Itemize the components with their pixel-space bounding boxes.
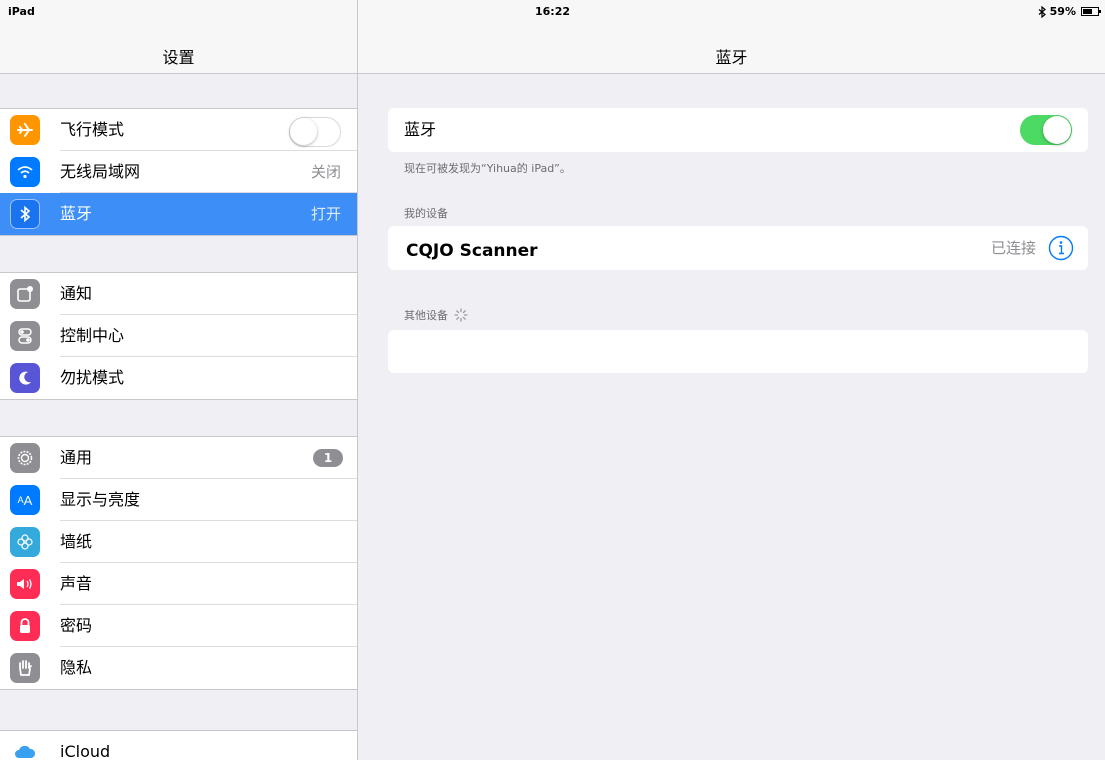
sidebar-item-general[interactable]: 通用 1 bbox=[0, 437, 357, 479]
my-devices-header: 我的设备 bbox=[404, 205, 448, 221]
bluetooth-toggle[interactable] bbox=[1020, 115, 1072, 145]
sidebar-item-notifications[interactable]: 通知 bbox=[0, 273, 357, 315]
gear-icon bbox=[10, 443, 40, 473]
sound-icon bbox=[10, 569, 40, 599]
display-brightness-icon: AA bbox=[10, 485, 40, 515]
airplane-mode-toggle[interactable] bbox=[289, 117, 341, 147]
sidebar-item-passcode[interactable]: 密码 bbox=[0, 605, 357, 647]
sidebar-item-label: 显示与亮度 bbox=[60, 479, 357, 521]
sidebar-item-airplane-mode[interactable]: 飞行模式 bbox=[0, 109, 357, 151]
sidebar-item-label: 密码 bbox=[60, 605, 357, 647]
wifi-icon bbox=[10, 157, 40, 187]
sidebar-item-label: 勿扰模式 bbox=[60, 368, 125, 387]
airplane-icon bbox=[10, 115, 40, 145]
settings-group-accounts: iCloud bbox=[0, 730, 357, 760]
battery-icon bbox=[1081, 7, 1101, 16]
bluetooth-status-value: 打开 bbox=[310, 205, 341, 223]
device-name: CQJO Scanner bbox=[406, 241, 538, 261]
sidebar-item-display-brightness[interactable]: AA 显示与亮度 bbox=[0, 479, 357, 521]
sidebar-item-label: 通知 bbox=[60, 273, 357, 315]
settings-group-general: 通用 1 AA 显示与亮度 墙纸 声音 密码 隐私 bbox=[0, 436, 357, 690]
control-center-icon bbox=[10, 321, 40, 351]
other-devices-header: 其他设备 bbox=[404, 307, 468, 323]
sidebar-item-sounds[interactable]: 声音 bbox=[0, 563, 357, 605]
spinner-icon bbox=[454, 308, 468, 322]
bluetooth-toggle-label: 蓝牙 bbox=[404, 120, 437, 139]
settings-sidebar: 设置 飞行模式 无线局域网 关闭 蓝牙 打开 通知 控制中心 勿扰模式 通用 1… bbox=[0, 0, 358, 760]
device-row[interactable]: CQJO Scanner 已连接 bbox=[388, 226, 1088, 270]
status-bar: iPad 16:22 59% bbox=[0, 0, 1105, 22]
wallpaper-icon bbox=[10, 527, 40, 557]
my-devices-header-text: 我的设备 bbox=[404, 207, 448, 220]
lock-icon bbox=[10, 611, 40, 641]
sidebar-item-label: iCloud bbox=[60, 742, 111, 760]
detail-title: 蓝牙 bbox=[715, 48, 748, 67]
other-devices-list bbox=[388, 330, 1088, 373]
battery-percent: 59% bbox=[1049, 5, 1076, 18]
bluetooth-icon bbox=[10, 199, 40, 229]
sidebar-item-wifi[interactable]: 无线局域网 关闭 bbox=[0, 151, 357, 193]
update-badge: 1 bbox=[313, 449, 343, 467]
sidebar-item-label: 隐私 bbox=[60, 658, 93, 677]
sidebar-title: 设置 bbox=[162, 48, 195, 67]
status-time: 16:22 bbox=[534, 5, 570, 18]
hand-icon bbox=[10, 653, 40, 683]
icloud-icon bbox=[10, 737, 40, 760]
sidebar-item-bluetooth[interactable]: 蓝牙 打开 bbox=[0, 193, 357, 235]
bluetooth-status-icon bbox=[1038, 5, 1046, 18]
other-devices-header-text: 其他设备 bbox=[404, 309, 448, 322]
sidebar-item-icloud[interactable]: iCloud bbox=[0, 731, 357, 760]
wifi-status-value: 关闭 bbox=[310, 163, 341, 181]
device-status: 已连接 bbox=[990, 239, 1036, 257]
discoverable-note: 现在可被发现为“Yihua的 iPad”。 bbox=[404, 162, 571, 175]
sidebar-item-privacy[interactable]: 隐私 bbox=[0, 647, 357, 689]
sidebar-item-label: 控制中心 bbox=[60, 315, 357, 357]
notifications-icon bbox=[10, 279, 40, 309]
moon-icon bbox=[10, 363, 40, 393]
sidebar-item-wallpaper[interactable]: 墙纸 bbox=[0, 521, 357, 563]
settings-group-connectivity: 飞行模式 无线局域网 关闭 蓝牙 打开 bbox=[0, 108, 357, 236]
sidebar-item-label: 声音 bbox=[60, 563, 357, 605]
sidebar-item-do-not-disturb[interactable]: 勿扰模式 bbox=[0, 357, 357, 399]
info-icon[interactable] bbox=[1048, 235, 1074, 261]
bluetooth-detail-pane: 蓝牙 蓝牙 现在可被发现为“Yihua的 iPad”。 我的设备 CQJO Sc… bbox=[358, 0, 1105, 760]
status-indicators: 59% bbox=[1037, 5, 1101, 18]
sidebar-item-label: 墙纸 bbox=[60, 521, 357, 563]
settings-group-notifications: 通知 控制中心 勿扰模式 bbox=[0, 272, 357, 400]
bluetooth-toggle-row: 蓝牙 bbox=[388, 108, 1088, 152]
sidebar-item-control-center[interactable]: 控制中心 bbox=[0, 315, 357, 357]
